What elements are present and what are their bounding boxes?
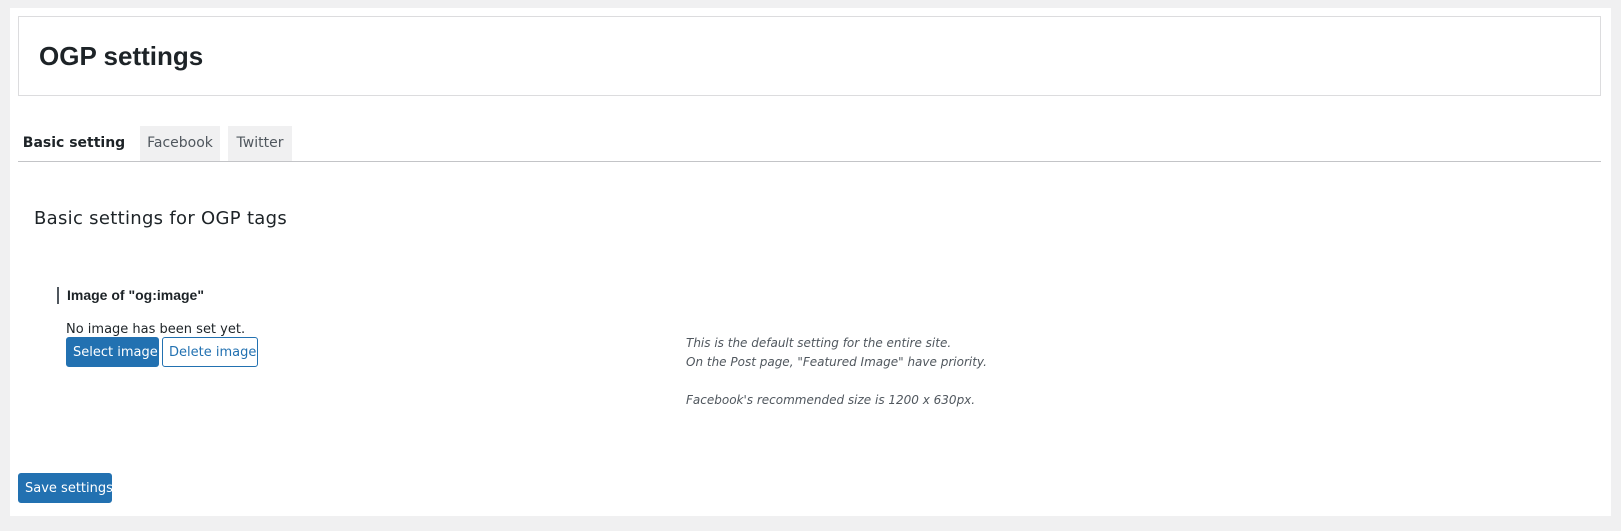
- og-image-label: Image of "og:image": [57, 287, 204, 304]
- tab-facebook[interactable]: Facebook: [140, 126, 220, 161]
- help-spacer: [686, 372, 987, 391]
- help-line-default: This is the default setting for the enti…: [686, 336, 952, 350]
- help-line-size: Facebook's recommended size is 1200 x 63…: [686, 393, 976, 407]
- page-title: OGP settings: [39, 41, 204, 71]
- settings-panel: OGP settings Basic setting Facebook Twit…: [10, 8, 1611, 516]
- og-image-status: No image has been set yet.: [66, 322, 246, 337]
- help-line-priority: On the Post page, "Featured Image" have …: [686, 355, 987, 369]
- tab-bar: Basic setting Facebook Twitter: [18, 126, 1601, 162]
- delete-image-button[interactable]: Delete image: [162, 337, 258, 367]
- select-image-button[interactable]: Select image: [66, 337, 159, 367]
- og-image-help: This is the default setting for the enti…: [686, 334, 987, 410]
- section-title: Basic settings for OGP tags: [34, 208, 288, 229]
- tab-basic-setting[interactable]: Basic setting: [18, 126, 130, 161]
- tab-twitter[interactable]: Twitter: [228, 126, 292, 161]
- save-settings-button[interactable]: Save settings: [18, 473, 113, 503]
- page-header: OGP settings: [18, 16, 1601, 96]
